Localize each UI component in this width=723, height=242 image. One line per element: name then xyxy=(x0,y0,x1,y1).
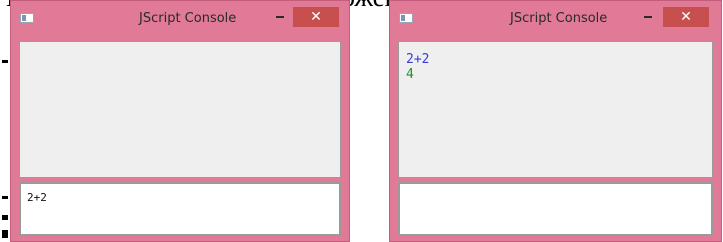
minimize-icon xyxy=(644,15,652,18)
window-title: JScript Console xyxy=(139,11,237,26)
app-icon[interactable] xyxy=(399,13,413,23)
window-title: JScript Console xyxy=(510,11,608,26)
minimize-button[interactable] xyxy=(637,7,659,25)
app-icon[interactable] xyxy=(20,13,34,23)
minimize-icon xyxy=(276,15,284,18)
console-input[interactable]: 2+2 xyxy=(19,182,341,236)
title-bar[interactable]: JScript Console ✕ xyxy=(11,1,349,36)
jscript-console-window-2: JScript Console ✕ 2+2 4 xyxy=(389,0,722,242)
console-output xyxy=(19,41,341,178)
input-text: 2+2 xyxy=(27,191,47,204)
console-output: 2+2 4 xyxy=(398,41,713,178)
close-icon: ✕ xyxy=(680,9,692,25)
output-line-input-echo: 2+2 xyxy=(406,52,430,67)
background-text-fragment xyxy=(2,215,8,220)
title-bar[interactable]: JScript Console ✕ xyxy=(390,1,721,36)
jscript-console-window-1: JScript Console ✕ 2+2 xyxy=(10,0,350,242)
background-text-fragment xyxy=(2,60,8,63)
minimize-button[interactable] xyxy=(269,7,291,25)
output-line-result: 4 xyxy=(406,67,414,82)
close-icon: ✕ xyxy=(310,9,322,25)
background-text-fragment xyxy=(2,230,8,238)
console-input[interactable] xyxy=(398,182,713,236)
close-button[interactable]: ✕ xyxy=(293,7,339,27)
close-button[interactable]: ✕ xyxy=(663,7,709,27)
background-text-fragment xyxy=(2,196,8,199)
